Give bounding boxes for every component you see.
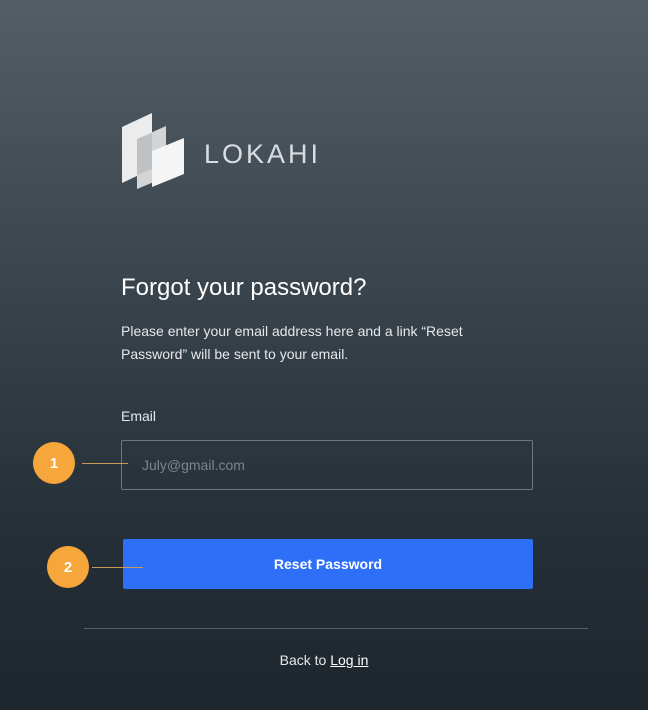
callout-1-leader	[82, 463, 128, 464]
logo-mark-icon	[122, 113, 184, 189]
email-label: Email	[121, 408, 157, 424]
page-description: Please enter your email address here and…	[121, 323, 463, 362]
callout-badge-2: 2	[47, 546, 89, 588]
back-to-login: Back to Log in	[0, 652, 648, 668]
divider	[84, 628, 588, 629]
back-prefix: Back to	[279, 652, 331, 668]
brand-name: LOKAHI	[204, 139, 322, 169]
login-link[interactable]: Log in	[330, 652, 368, 668]
callout-2-leader	[92, 567, 143, 568]
email-input[interactable]	[121, 440, 533, 490]
callout-badge-1: 1	[33, 442, 75, 484]
page-title: Forgot your password?	[121, 274, 367, 301]
lokahi-logo: LOKAHI	[120, 113, 330, 189]
reset-password-button[interactable]: Reset Password	[123, 539, 533, 589]
